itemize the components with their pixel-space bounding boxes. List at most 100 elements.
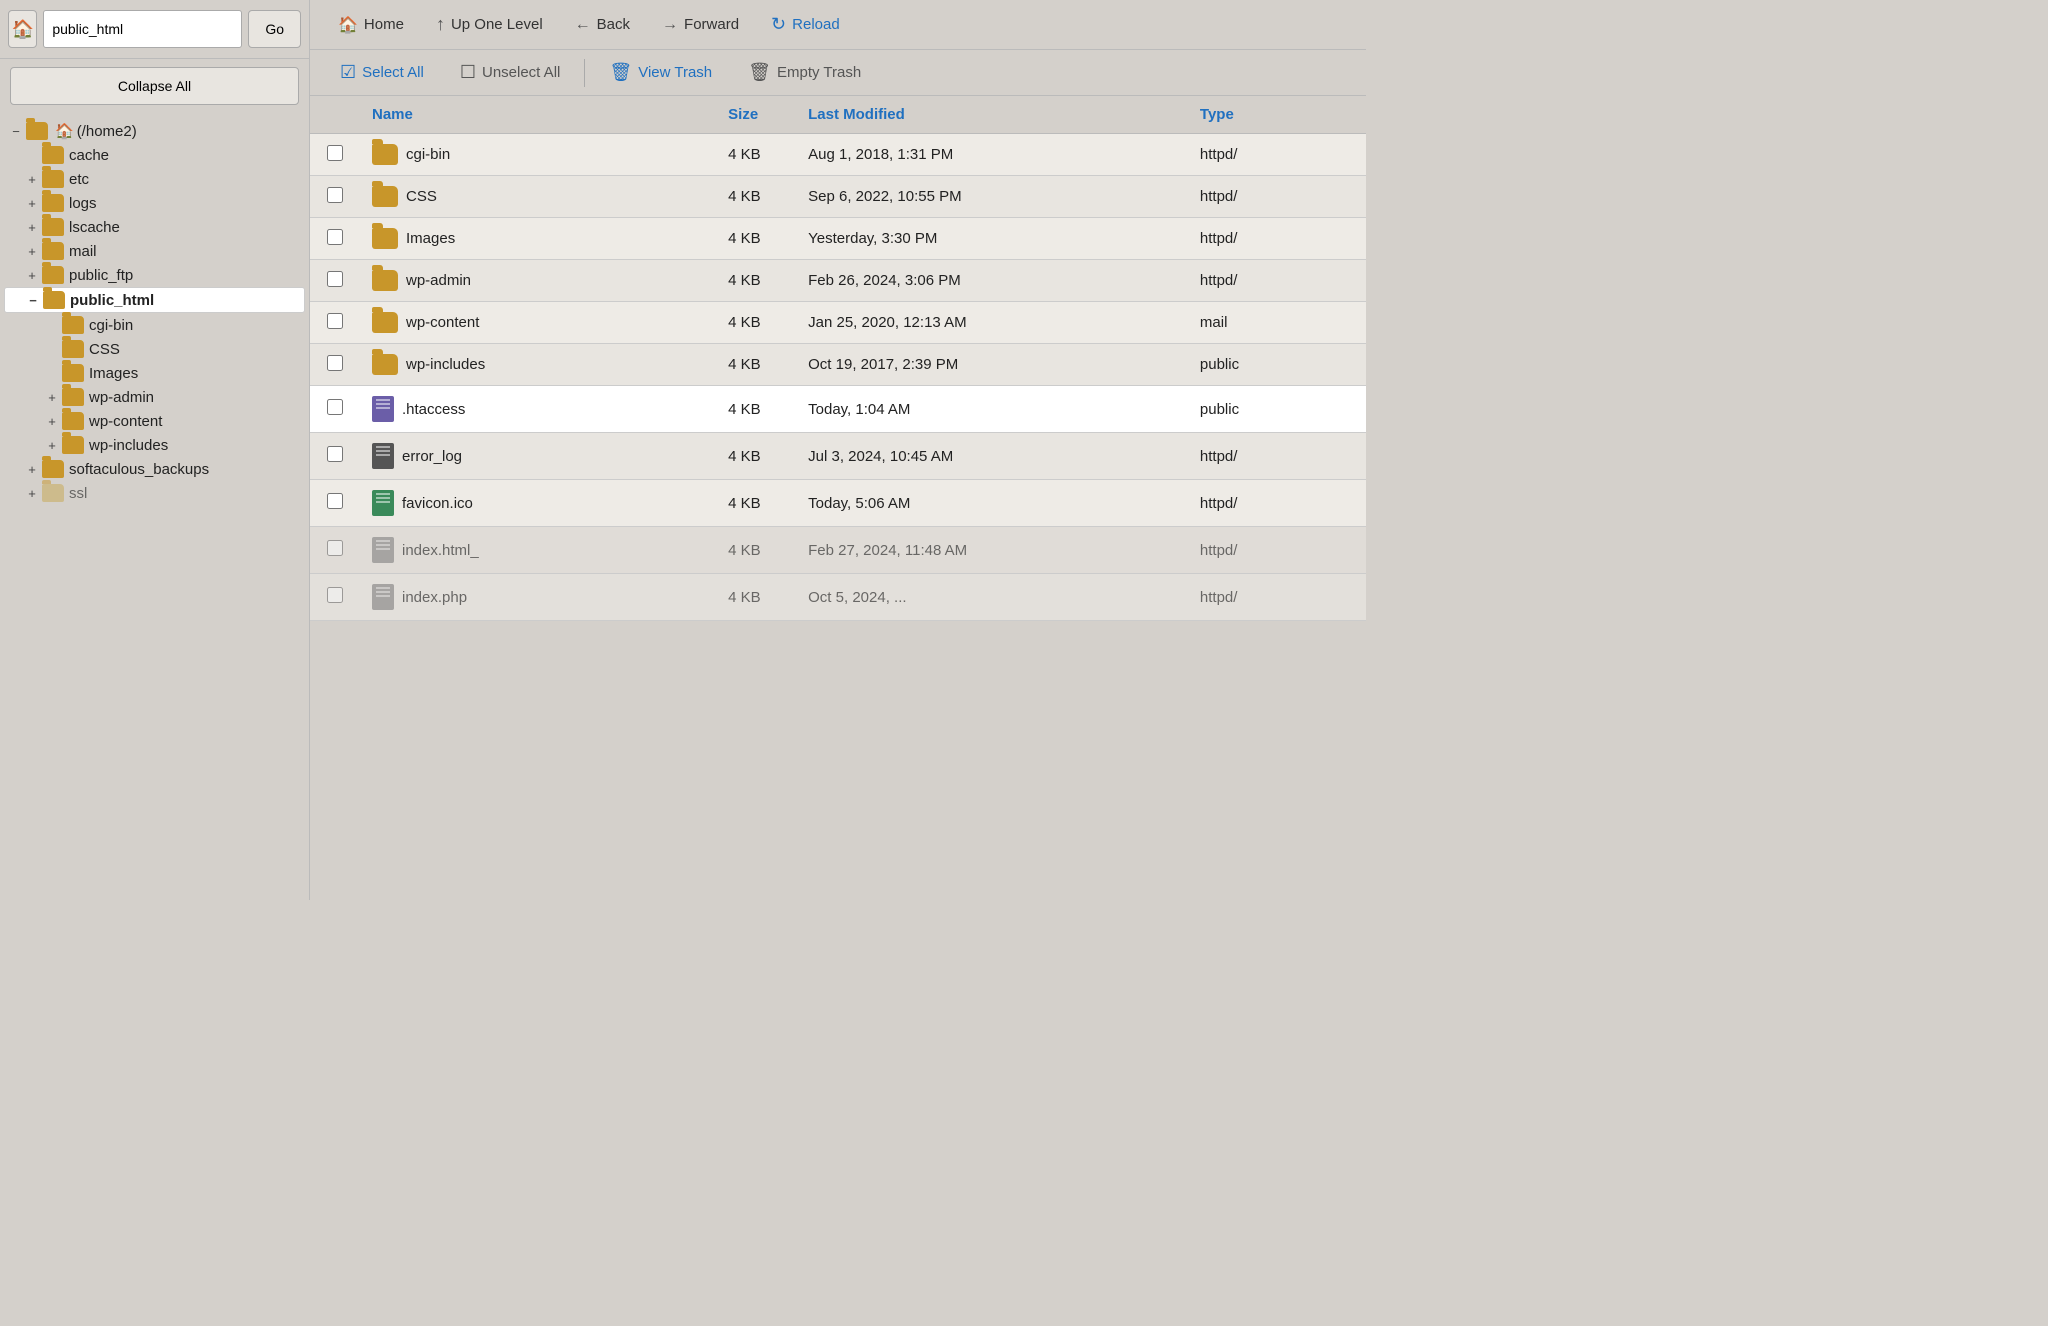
row-checkbox-cell[interactable] [310,134,360,176]
row-checkbox[interactable] [327,313,343,329]
table-row[interactable]: wp-admin4 KBFeb 26, 2024, 3:06 PMhttpd/ [310,260,1366,302]
row-name-cell[interactable]: wp-includes [360,344,716,386]
row-checkbox-cell[interactable] [310,176,360,218]
sidebar-item-public-ftp[interactable]: + public_ftp [4,263,305,287]
table-row[interactable]: wp-includes4 KBOct 19, 2017, 2:39 PMpubl… [310,344,1366,386]
toggle-softaculous[interactable]: + [24,462,40,477]
row-name-cell[interactable]: .htaccess [360,386,716,433]
toggle-mail[interactable]: + [24,244,40,259]
back-button[interactable]: ← Back [559,10,646,40]
select-all-label: Select All [362,64,424,81]
row-size-cell: 4 KB [716,176,796,218]
row-name-cell[interactable]: index.php [360,574,716,621]
row-checkbox[interactable] [327,271,343,287]
row-checkbox[interactable] [327,587,343,603]
sidebar-item-logs[interactable]: + logs [4,191,305,215]
row-name-cell[interactable]: favicon.ico [360,480,716,527]
table-row[interactable]: CSS4 KBSep 6, 2022, 10:55 PMhttpd/ [310,176,1366,218]
sidebar-item-ssl[interactable]: + ssl [4,481,305,505]
row-checkbox-cell[interactable] [310,344,360,386]
file-icon [372,490,394,516]
toggle-public-ftp[interactable]: + [24,268,40,283]
row-checkbox-cell[interactable] [310,260,360,302]
collapse-all-button[interactable]: Collapse All [10,67,299,105]
sidebar-item-etc[interactable]: + etc [4,167,305,191]
row-name-cell[interactable]: Images [360,218,716,260]
row-checkbox[interactable] [327,145,343,161]
toggle-wp-admin-sub[interactable]: + [44,390,60,405]
sidebar-item-mail[interactable]: + mail [4,239,305,263]
toggle-wp-includes-sub[interactable]: + [44,438,60,453]
row-name-cell[interactable]: error_log [360,433,716,480]
select-all-button[interactable]: ☑ Select All [322,56,442,89]
home-button[interactable]: 🏠 Home [322,9,420,41]
row-checkbox[interactable] [327,446,343,462]
row-modified-cell: Feb 27, 2024, 11:48 AM [796,527,1188,574]
toggle-lscache[interactable]: + [24,220,40,235]
table-row[interactable]: favicon.ico4 KBToday, 5:06 AMhttpd/ [310,480,1366,527]
row-checkbox-cell[interactable] [310,574,360,621]
table-row[interactable]: wp-content4 KBJan 25, 2020, 12:13 AMmail [310,302,1366,344]
row-checkbox-cell[interactable] [310,527,360,574]
toggle-home2[interactable]: − [8,124,24,139]
row-name-cell[interactable]: wp-content [360,302,716,344]
row-checkbox[interactable] [327,540,343,556]
sidebar-go-button[interactable]: Go [248,10,301,48]
row-checkbox[interactable] [327,493,343,509]
sidebar-item-label-lscache: lscache [69,219,120,236]
sidebar-home-button[interactable]: 🏠 [8,10,37,48]
sidebar-path-input[interactable] [43,10,242,48]
row-name-cell[interactable]: wp-admin [360,260,716,302]
table-row[interactable]: error_log4 KBJul 3, 2024, 10:45 AMhttpd/ [310,433,1366,480]
row-name-cell[interactable]: index.html_ [360,527,716,574]
view-trash-button[interactable]: 🗑 View Trash [591,56,730,89]
sidebar-item-public-html[interactable]: − public_html [4,287,305,313]
row-type-cell: httpd/ [1188,480,1366,527]
row-checkbox[interactable] [327,355,343,371]
folder-icon-public-html [43,291,65,309]
toggle-public-html[interactable]: − [25,293,41,308]
row-name-cell[interactable]: CSS [360,176,716,218]
col-size[interactable]: Size [716,96,796,134]
empty-trash-button[interactable]: 🗑 Empty Trash [730,56,879,89]
forward-button[interactable]: → Forward [646,10,755,40]
row-checkbox[interactable] [327,229,343,245]
table-row[interactable]: index.php4 KBOct 5, 2024, ...httpd/ [310,574,1366,621]
up-one-level-button[interactable]: ↑ Up One Level [420,8,559,41]
sidebar-item-home2[interactable]: − 🏠 (/home2) [4,119,305,143]
sidebar-item-label-cgi-bin-sub: cgi-bin [89,317,133,334]
sidebar-item-css-sub[interactable]: CSS [4,337,305,361]
row-checkbox[interactable] [327,187,343,203]
table-row[interactable]: .htaccess4 KBToday, 1:04 AMpublic [310,386,1366,433]
row-name-cell[interactable]: cgi-bin [360,134,716,176]
folder-icon-ssl [42,484,64,502]
sidebar-item-softaculous[interactable]: + softaculous_backups [4,457,305,481]
toggle-wp-content-sub[interactable]: + [44,414,60,429]
sidebar-item-label-softaculous: softaculous_backups [69,461,209,478]
sidebar-item-wp-admin-sub[interactable]: + wp-admin [4,385,305,409]
reload-button[interactable]: ↻ Reload [755,8,856,41]
col-modified[interactable]: Last Modified [796,96,1188,134]
row-checkbox-cell[interactable] [310,302,360,344]
row-checkbox-cell[interactable] [310,480,360,527]
col-type[interactable]: Type [1188,96,1366,134]
sidebar-item-lscache[interactable]: + lscache [4,215,305,239]
toggle-etc[interactable]: + [24,172,40,187]
table-row[interactable]: index.html_4 KBFeb 27, 2024, 11:48 AMhtt… [310,527,1366,574]
sidebar-item-cache[interactable]: cache [4,143,305,167]
toggle-logs[interactable]: + [24,196,40,211]
row-checkbox-cell[interactable] [310,218,360,260]
sidebar-item-wp-includes-sub[interactable]: + wp-includes [4,433,305,457]
row-checkbox-cell[interactable] [310,433,360,480]
row-size-cell: 4 KB [716,527,796,574]
table-row[interactable]: cgi-bin4 KBAug 1, 2018, 1:31 PMhttpd/ [310,134,1366,176]
col-name[interactable]: Name [360,96,716,134]
unselect-all-button[interactable]: ☐ Unselect All [442,56,579,89]
table-row[interactable]: Images4 KBYesterday, 3:30 PMhttpd/ [310,218,1366,260]
sidebar-item-images-sub[interactable]: Images [4,361,305,385]
sidebar-item-cgi-bin-sub[interactable]: cgi-bin [4,313,305,337]
sidebar-item-wp-content-sub[interactable]: + wp-content [4,409,305,433]
row-checkbox-cell[interactable] [310,386,360,433]
row-checkbox[interactable] [327,399,343,415]
toggle-ssl[interactable]: + [24,486,40,501]
